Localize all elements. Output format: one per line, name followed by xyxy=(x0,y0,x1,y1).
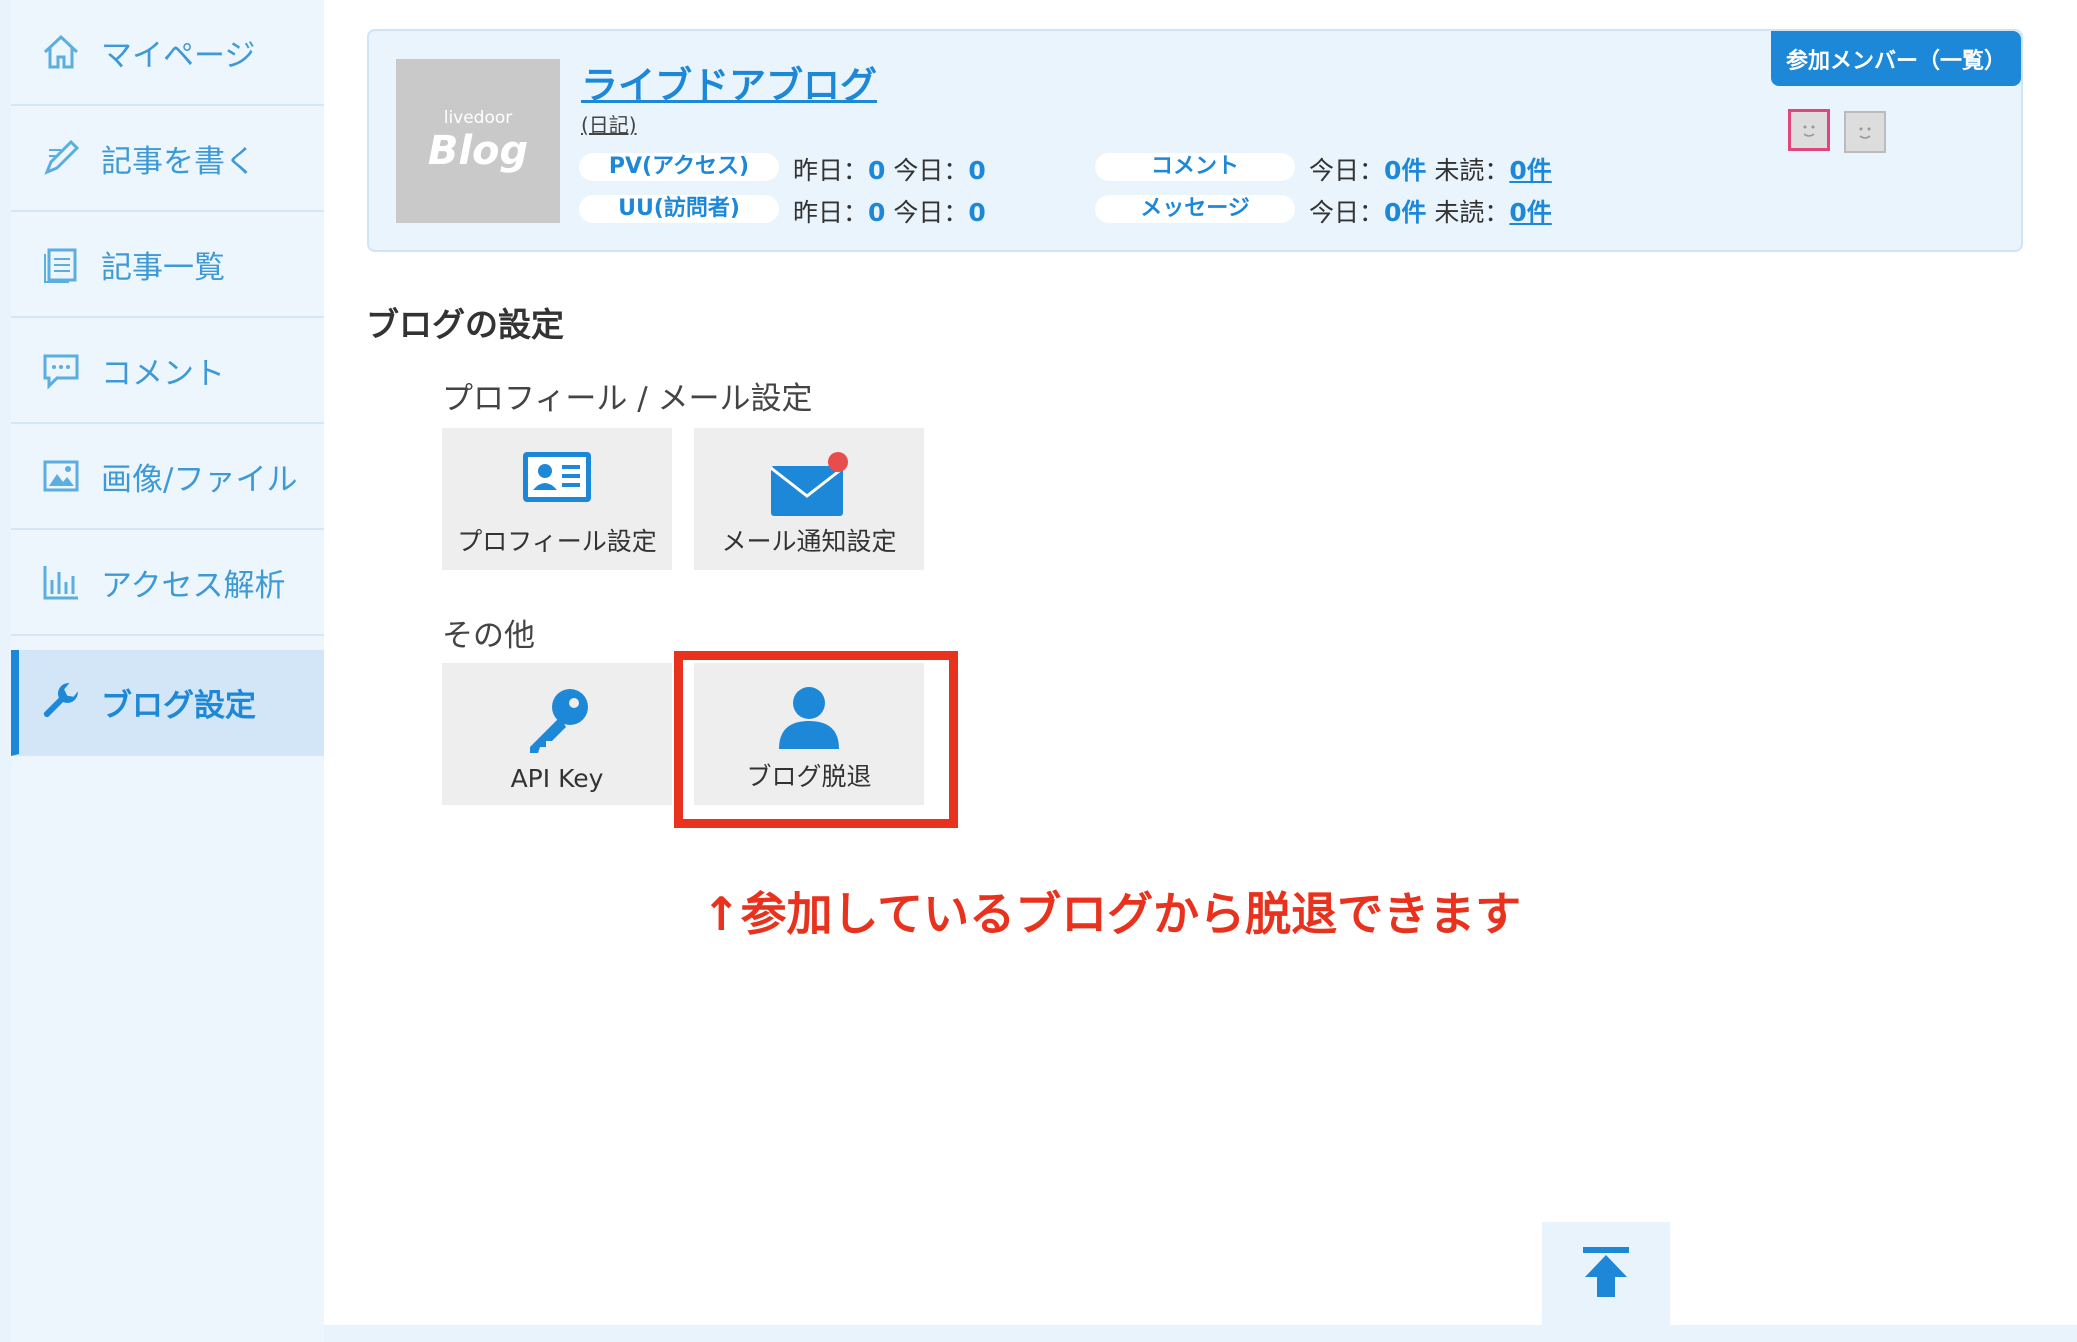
blog-category[interactable]: (日記) xyxy=(581,109,637,138)
message-stats: 今日：0件 未読：0件 xyxy=(1309,198,1552,227)
uu-label: UU(訪問者) xyxy=(579,195,779,223)
face-icon xyxy=(1859,127,1871,139)
comment-unread-link[interactable]: 0件 xyxy=(1509,156,1551,185)
sidebar: マイページ 記事を書く 記事一覧 コメント 画像/ファイル アクセス解析 ブログ… xyxy=(11,0,324,1342)
comment-stats: 今日：0件 未読：0件 xyxy=(1309,156,1552,185)
tile-label: API Key xyxy=(510,764,604,793)
thumb-small-text: livedoor xyxy=(443,108,513,128)
message-unread-link[interactable]: 0件 xyxy=(1509,198,1551,227)
uu-stats: 昨日：0 今日：0 xyxy=(793,198,986,227)
sidebar-item-label: アクセス解析 xyxy=(101,567,286,604)
sidebar-item-blog-settings[interactable]: ブログ設定 xyxy=(11,650,324,756)
blog-summary-card: livedoor Blog ライブドアブログ (日記) PV(アクセス) 昨日：… xyxy=(367,29,2023,252)
sidebar-item-label: 記事を書く xyxy=(101,143,256,180)
sidebar-item-label: 記事一覧 xyxy=(101,249,225,286)
pv-label: PV(アクセス) xyxy=(579,153,779,181)
profile-mail-group-title: プロフィール / メール設定 xyxy=(442,381,813,417)
mail-notification-tile[interactable]: メール通知設定 xyxy=(694,428,924,570)
sidebar-item-comment[interactable]: コメント xyxy=(11,318,324,424)
scroll-to-top-button[interactable] xyxy=(1542,1222,1670,1325)
settings-section-title: ブログの設定 xyxy=(366,305,564,344)
pv-stats: 昨日：0 今日：0 xyxy=(793,156,986,185)
sidebar-item-analytics[interactable]: アクセス解析 xyxy=(11,530,324,636)
other-group-title: その他 xyxy=(442,618,535,654)
tile-label: プロフィール設定 xyxy=(457,527,657,556)
pencil-icon xyxy=(39,136,83,180)
comment-icon xyxy=(39,348,83,392)
key-icon xyxy=(522,685,592,759)
face-icon xyxy=(1803,125,1815,137)
sidebar-item-images[interactable]: 画像/ファイル xyxy=(11,424,324,530)
thumb-big-text: Blog xyxy=(427,128,529,174)
blog-thumbnail[interactable]: livedoor Blog xyxy=(396,59,560,223)
bar-chart-icon xyxy=(39,560,83,604)
sidebar-item-label: 画像/ファイル xyxy=(101,461,298,498)
blog-title-link[interactable]: ライブドアブログ xyxy=(581,55,877,109)
sidebar-item-write[interactable]: 記事を書く xyxy=(11,106,324,212)
tile-label: メール通知設定 xyxy=(721,527,897,556)
members-list-button[interactable]: 参加メンバー（一覧） xyxy=(1771,31,2021,86)
wrench-icon xyxy=(39,680,83,724)
highlight-box xyxy=(674,651,958,828)
id-card-icon xyxy=(521,450,593,508)
annotation-text: ↑参加しているブログから脱退できます xyxy=(702,887,1522,941)
sidebar-item-label: コメント xyxy=(101,355,225,392)
sidebar-item-mypage[interactable]: マイページ xyxy=(11,0,324,106)
comment-label: コメント xyxy=(1095,153,1295,181)
arrow-up-icon xyxy=(1581,1245,1631,1303)
mail-icon xyxy=(767,450,851,524)
home-icon xyxy=(39,30,83,74)
image-icon xyxy=(39,454,83,498)
profile-settings-tile[interactable]: プロフィール設定 xyxy=(442,428,672,570)
sidebar-item-label: ブログ設定 xyxy=(101,687,256,724)
sidebar-item-articles[interactable]: 記事一覧 xyxy=(11,212,324,318)
document-list-icon xyxy=(39,242,83,286)
member-avatar[interactable] xyxy=(1844,111,1886,153)
member-avatar[interactable] xyxy=(1788,109,1830,151)
message-label: メッセージ xyxy=(1095,195,1295,223)
main-content: livedoor Blog ライブドアブログ (日記) PV(アクセス) 昨日：… xyxy=(324,0,2077,1325)
sidebar-item-label: マイページ xyxy=(101,37,256,74)
api-key-tile[interactable]: API Key xyxy=(442,663,672,805)
